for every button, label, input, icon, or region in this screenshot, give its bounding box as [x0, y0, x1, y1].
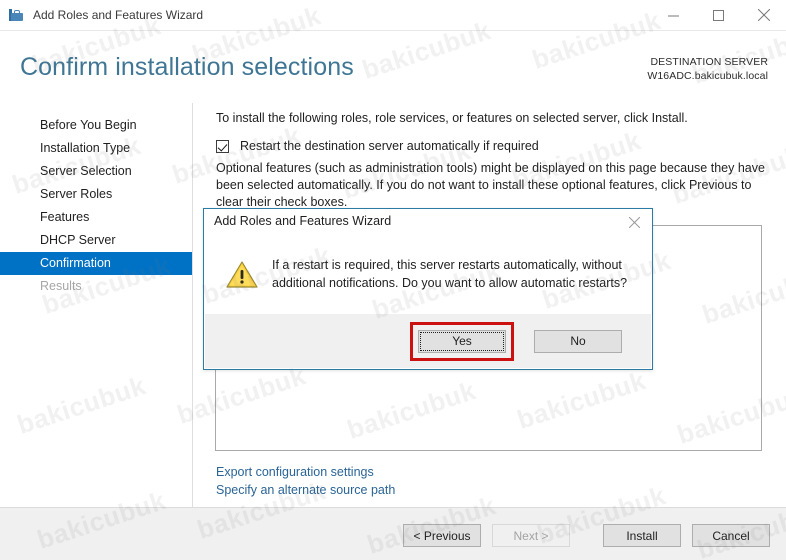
- warning-triangle-icon: [226, 261, 258, 288]
- dialog-footer: Yes No: [205, 314, 651, 368]
- wizard-window: Add Roles and Features Wizard Confirm in…: [0, 0, 786, 560]
- sidebar-item-before-you-begin[interactable]: Before You Begin: [0, 114, 192, 137]
- wizard-links: Export configuration settings Specify an…: [216, 463, 395, 499]
- sidebar-item-dhcp-server[interactable]: DHCP Server: [0, 229, 192, 252]
- toolbox-icon: [9, 7, 25, 23]
- page-header: Confirm installation selections DESTINAT…: [0, 31, 786, 103]
- sidebar-item-confirmation[interactable]: Confirmation: [0, 252, 192, 275]
- destination-server-label: DESTINATION SERVER: [650, 56, 768, 68]
- sidebar-item-features[interactable]: Features: [0, 206, 192, 229]
- close-icon[interactable]: [741, 0, 786, 31]
- optional-features-text: Optional features (such as administratio…: [216, 161, 765, 209]
- sidebar-item-results: Results: [40, 279, 82, 293]
- dialog-body: If a restart is required, this server re…: [204, 235, 652, 314]
- dialog-close-icon[interactable]: [620, 211, 648, 233]
- window-controls: [651, 0, 786, 31]
- destination-server-name: W16ADC.bakicubuk.local: [647, 70, 768, 83]
- page-title: Confirm installation selections: [20, 53, 354, 81]
- restart-checkbox-label: Restart the destination server automatic…: [240, 139, 539, 153]
- previous-button[interactable]: < Previous: [403, 524, 481, 547]
- destination-server-block: DESTINATION SERVER W16ADC.bakicubuk.loca…: [647, 55, 768, 83]
- install-button[interactable]: Install: [603, 524, 681, 547]
- restart-checkbox-row[interactable]: Restart the destination server automatic…: [216, 139, 539, 153]
- intro-text: To install the following roles, role ser…: [216, 111, 688, 125]
- title-bar: Add Roles and Features Wizard: [0, 0, 786, 31]
- export-configuration-settings-link[interactable]: Export configuration settings: [216, 463, 395, 481]
- sidebar-item-installation-type[interactable]: Installation Type: [0, 137, 192, 160]
- dialog-title: Add Roles and Features Wizard: [214, 214, 392, 228]
- dialog-message: If a restart is required, this server re…: [272, 257, 628, 290]
- restart-checkbox[interactable]: [216, 139, 229, 153]
- sidebar-item-server-selection[interactable]: Server Selection: [0, 160, 192, 183]
- sidebar-item-server-roles[interactable]: Server Roles: [0, 183, 192, 206]
- maximize-icon[interactable]: [696, 0, 741, 31]
- next-button: Next >: [492, 524, 570, 547]
- cancel-button[interactable]: Cancel: [692, 524, 770, 547]
- minimize-icon[interactable]: [651, 0, 696, 31]
- wizard-footer: < Previous Next > Install Cancel: [0, 507, 786, 560]
- restart-confirmation-dialog: Add Roles and Features Wizard If a resta…: [203, 208, 653, 370]
- window-title: Add Roles and Features Wizard: [33, 8, 204, 22]
- no-button[interactable]: No: [534, 329, 622, 353]
- footer-button-group: < Previous Next > Install Cancel: [403, 524, 770, 547]
- wizard-sidebar: Before You Begin Installation Type Serve…: [0, 103, 193, 507]
- yes-button-highlight: Yes: [410, 321, 514, 361]
- yes-button[interactable]: Yes: [418, 329, 506, 353]
- specify-alternate-source-path-link[interactable]: Specify an alternate source path: [216, 481, 395, 499]
